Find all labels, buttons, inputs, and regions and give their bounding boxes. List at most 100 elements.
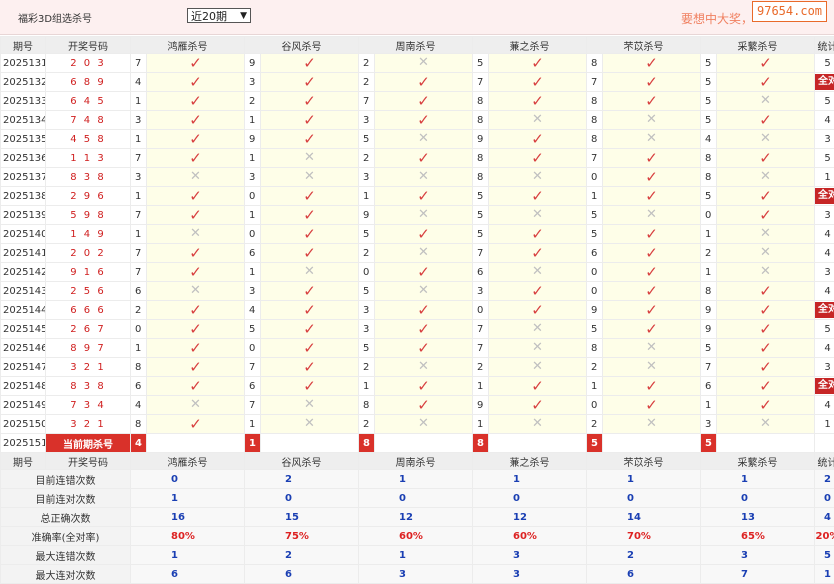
check-icon: ✓ <box>189 301 202 319</box>
kill-number-cell: 5 <box>701 187 717 206</box>
kill-number-cell: 9 <box>701 320 717 339</box>
site-logo[interactable]: 97654.com <box>752 1 827 22</box>
kill-result-cell: ✕ <box>261 415 359 434</box>
kill-result-cell: ✓ <box>603 225 701 244</box>
period-cell: 2025135 <box>1 130 46 149</box>
stats-label-cell: 总正确次数 <box>1 508 131 527</box>
kill-number-cell: 8 <box>131 415 147 434</box>
period-select-value: 近20期 <box>191 10 227 23</box>
check-icon: ✓ <box>531 92 544 110</box>
check-icon: ✓ <box>303 73 316 91</box>
stats-row: 目前连错次数0211112 <box>1 470 834 489</box>
kill-number-cell: 1 <box>245 263 261 282</box>
current-kill-cell: 5 <box>587 434 603 453</box>
kill-number-cell: 9 <box>587 301 603 320</box>
stats-value-cell: 14 <box>587 508 701 527</box>
kill-number-cell: 1 <box>359 377 375 396</box>
kill-number-cell: 8 <box>473 111 489 130</box>
kill-result-cell: ✓ <box>717 396 815 415</box>
kill-result-cell: ✓ <box>147 377 245 396</box>
cross-icon: ✕ <box>646 131 657 146</box>
kill-result-cell: ✕ <box>717 130 815 149</box>
check-icon: ✓ <box>645 73 658 91</box>
draw-number-cell: 8 9 7 <box>46 339 131 358</box>
kill-result-cell: ✓ <box>375 92 473 111</box>
kill-number-cell: 7 <box>473 73 489 92</box>
stats-total-cell: 1 <box>815 565 834 584</box>
kill-result-cell: ✕ <box>489 263 587 282</box>
kill-number-cell: 1 <box>131 339 147 358</box>
check-icon: ✓ <box>303 244 316 262</box>
stat-cell: 4 <box>815 111 834 130</box>
kill-number-cell: 1 <box>131 225 147 244</box>
check-icon: ✓ <box>759 320 772 338</box>
kill-result-cell: ✕ <box>375 358 473 377</box>
kill-number-cell: 0 <box>245 339 261 358</box>
kill-result-cell: ✕ <box>489 415 587 434</box>
period-cell: 2025143 <box>1 282 46 301</box>
kill-result-cell: ✓ <box>261 282 359 301</box>
kill-number-cell: 3 <box>359 320 375 339</box>
table-row: 20251432 5 66✕3✓5✕3✓0✓8✓4 <box>1 282 834 301</box>
kill-number-cell: 7 <box>245 358 261 377</box>
check-icon: ✓ <box>303 320 316 338</box>
cross-icon: ✕ <box>646 416 657 431</box>
table-row: 20251312 0 37✓9✓2✕5✓8✓5✓5 <box>1 54 834 73</box>
table-row: 20251401 4 91✕0✓5✓5✓5✓1✕4 <box>1 225 834 244</box>
kill-number-cell: 7 <box>473 339 489 358</box>
kill-number-cell: 8 <box>587 54 603 73</box>
check-icon: ✓ <box>189 358 202 376</box>
kill-number-cell: 3 <box>359 168 375 187</box>
draw-number-cell: 6 6 6 <box>46 301 131 320</box>
check-icon: ✓ <box>531 54 544 72</box>
draw-number-cell: 9 1 6 <box>46 263 131 282</box>
kill-number-cell: 7 <box>245 396 261 415</box>
check-icon: ✓ <box>189 187 202 205</box>
table-row: 20251503 2 18✓1✕2✕1✕2✕3✕1 <box>1 415 834 434</box>
kill-number-cell: 1 <box>245 149 261 168</box>
stat-cell: 全对 <box>815 73 834 92</box>
stats-label-cell: 最大连错次数 <box>1 546 131 565</box>
kill-number-cell: 7 <box>359 92 375 111</box>
check-icon: ✓ <box>645 301 658 319</box>
kill-result-cell: ✓ <box>261 377 359 396</box>
period-select[interactable]: 近20期 ▼ <box>187 8 251 23</box>
kill-number-cell: 1 <box>131 130 147 149</box>
kill-number-cell: 0 <box>473 301 489 320</box>
check-icon: ✓ <box>531 73 544 91</box>
stat-cell: 4 <box>815 396 834 415</box>
stat-cell: 全对 <box>815 187 834 206</box>
table-row: 20251347 4 83✓1✓3✓8✕8✕5✓4 <box>1 111 834 130</box>
draw-number-cell: 8 3 8 <box>46 377 131 396</box>
stat-cell: 1 <box>815 168 834 187</box>
kill-number-cell: 7 <box>131 54 147 73</box>
kill-result-cell: ✓ <box>261 244 359 263</box>
check-icon: ✓ <box>303 111 316 129</box>
check-icon: ✓ <box>417 111 430 129</box>
check-icon: ✓ <box>417 149 430 167</box>
kill-number-cell: 0 <box>131 320 147 339</box>
kill-number-cell: 5 <box>359 282 375 301</box>
period-cell: 2025146 <box>1 339 46 358</box>
cross-icon: ✕ <box>418 207 429 222</box>
check-icon: ✓ <box>645 54 658 72</box>
check-icon: ✓ <box>759 73 772 91</box>
stat-cell: 4 <box>815 244 834 263</box>
table-row: 20251382 9 61✓0✓1✓5✓1✓5✓全对 <box>1 187 834 206</box>
cross-icon: ✕ <box>190 226 201 241</box>
table-row: 20251395 9 87✓1✓9✕5✕5✕0✓3 <box>1 206 834 225</box>
cross-icon: ✕ <box>646 112 657 127</box>
col-header-period: 期号 <box>1 453 46 470</box>
stats-value-cell: 65% <box>701 527 815 546</box>
kill-result-cell: ✓ <box>147 130 245 149</box>
stats-row: 总正确次数1615121214134 <box>1 508 834 527</box>
cross-icon: ✕ <box>532 416 543 431</box>
kill-number-cell: 8 <box>587 339 603 358</box>
kill-number-cell: 0 <box>587 396 603 415</box>
empty-cell <box>261 434 359 453</box>
check-icon: ✓ <box>531 396 544 414</box>
col-header-method: 芣苡杀号 <box>587 453 701 470</box>
kill-number-cell: 2 <box>587 415 603 434</box>
kill-result-cell: ✕ <box>375 415 473 434</box>
stats-label-cell: 准确率(全对率) <box>1 527 131 546</box>
